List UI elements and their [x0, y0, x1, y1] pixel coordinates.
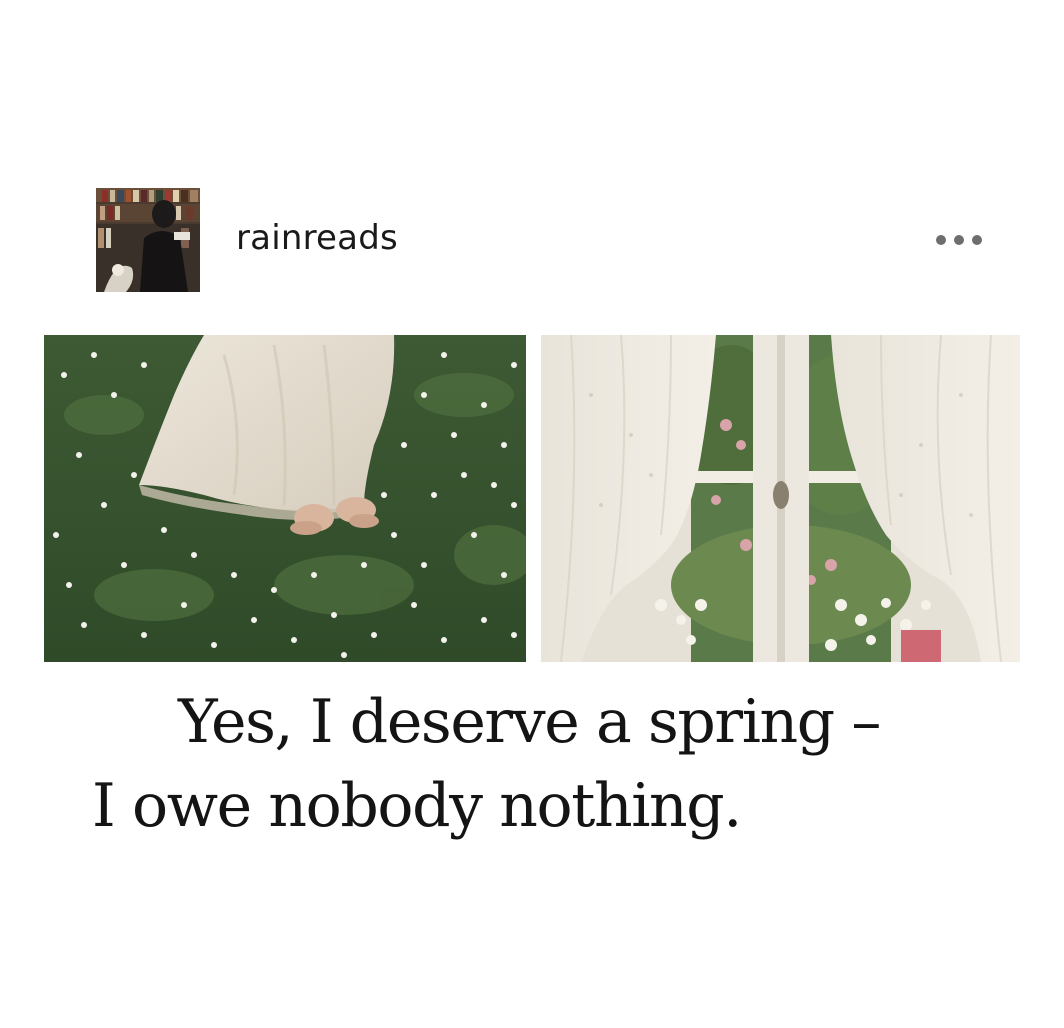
avatar-image [96, 188, 200, 292]
username[interactable]: rainreads [236, 218, 398, 258]
barefoot-lace-dress-photo[interactable] [44, 335, 526, 662]
grass-flowers-image [44, 335, 526, 662]
avatar[interactable] [96, 188, 200, 292]
more-options-button[interactable] [936, 228, 982, 252]
lace-curtain-window-photo[interactable] [541, 335, 1020, 662]
caption-line: I owe nobody nothing. [92, 771, 742, 841]
post-header: rainreads [96, 188, 986, 292]
caption-line: Yes, I deserve a spring – [178, 687, 881, 757]
more-dot-icon [936, 235, 946, 245]
more-dot-icon [972, 235, 982, 245]
more-dot-icon [954, 235, 964, 245]
window-garden-image [541, 335, 1020, 662]
post-caption: Yes, I deserve a spring – I owe nobody n… [92, 680, 1032, 848]
